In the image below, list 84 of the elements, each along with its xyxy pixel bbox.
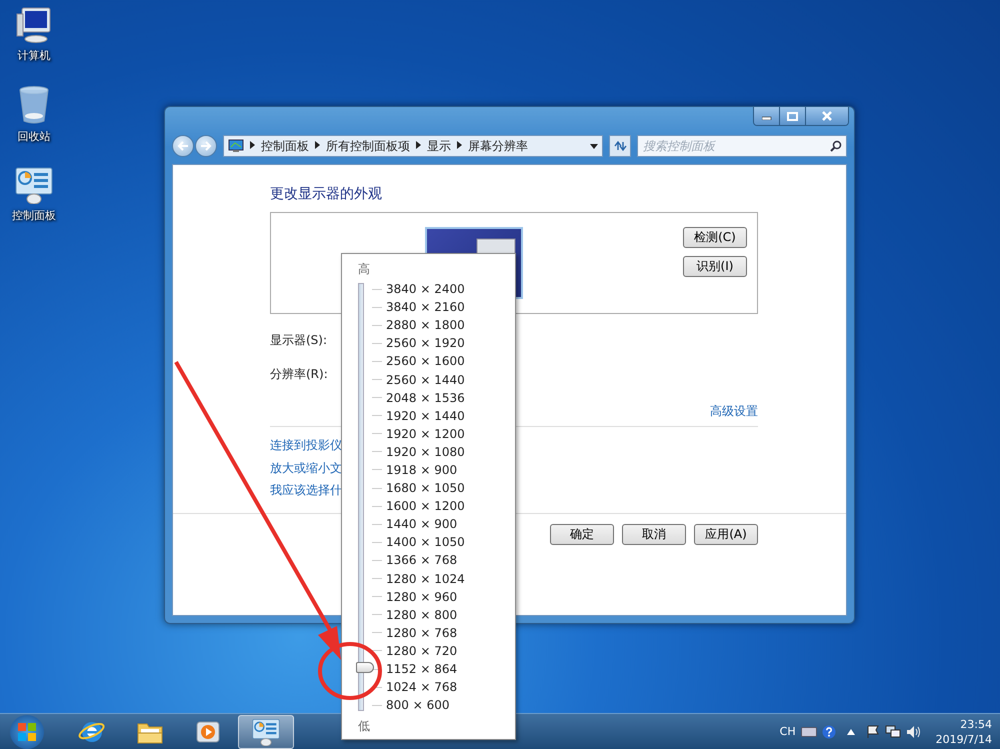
breadcrumb-arrow-icon[interactable] bbox=[416, 141, 421, 151]
field-label: 分辨率(R): bbox=[270, 366, 328, 383]
clock-time[interactable]: 23:54 bbox=[960, 716, 992, 732]
breadcrumb-arrow-icon[interactable] bbox=[250, 141, 255, 151]
breadcrumb-item[interactable]: 所有控制面板项 bbox=[326, 138, 410, 154]
display-icon bbox=[228, 139, 244, 153]
taskbar-button[interactable] bbox=[238, 714, 294, 748]
help-link[interactable]: 我应该选择什 bbox=[270, 479, 342, 502]
close-button[interactable] bbox=[806, 107, 848, 125]
resolution-option[interactable]: 2560 × 1600 bbox=[386, 354, 465, 368]
caret-icon[interactable] bbox=[846, 728, 855, 734]
back-button[interactable] bbox=[172, 135, 194, 157]
refresh-button[interactable] bbox=[609, 135, 631, 157]
resolution-option[interactable]: 2560 × 1920 bbox=[386, 336, 465, 350]
high-label: 高 bbox=[358, 262, 370, 276]
resolution-option[interactable]: 1280 × 960 bbox=[386, 590, 458, 604]
forward-arrow-icon bbox=[200, 141, 212, 151]
network-icon[interactable] bbox=[884, 724, 901, 738]
dialog-button[interactable]: 应用(A) bbox=[694, 524, 758, 544]
back-arrow-icon bbox=[177, 141, 189, 151]
advanced-settings-link[interactable]: 高级设置 bbox=[710, 403, 758, 420]
resolution-option[interactable]: 800 × 600 bbox=[386, 698, 450, 712]
search-icon[interactable] bbox=[830, 140, 842, 152]
maximize-button[interactable] bbox=[780, 107, 806, 125]
resolution-option[interactable]: 1918 × 900 bbox=[386, 462, 458, 477]
minimize-button[interactable] bbox=[754, 107, 780, 125]
side-button[interactable]: 识别(I) bbox=[683, 256, 747, 277]
flag-icon[interactable] bbox=[866, 724, 880, 738]
language-indicator[interactable]: CH bbox=[780, 725, 796, 738]
breadcrumb-item[interactable]: 显示 bbox=[427, 138, 451, 154]
resolution-option[interactable]: 1024 × 768 bbox=[386, 680, 458, 694]
resolution-option[interactable]: 1280 × 720 bbox=[386, 644, 458, 658]
annotation-circle bbox=[318, 642, 382, 700]
resolution-option[interactable]: 2880 × 1800 bbox=[386, 318, 465, 332]
desktop-icon-label[interactable]: 回收站 bbox=[18, 129, 50, 144]
trash-icon[interactable] bbox=[17, 85, 51, 125]
close-icon bbox=[821, 111, 833, 121]
dialog-button[interactable]: 确定 bbox=[550, 524, 614, 544]
page-heading: 更改显示器的外观 bbox=[270, 185, 383, 203]
resolution-option[interactable]: 3840 × 2400 bbox=[386, 282, 465, 296]
resolution-option[interactable]: 3840 × 2160 bbox=[386, 300, 465, 314]
resolution-slider-track[interactable] bbox=[356, 283, 374, 712]
breadcrumb-item[interactable]: 屏幕分辨率 bbox=[468, 138, 528, 154]
resolution-option[interactable]: 1680 × 1050 bbox=[386, 481, 465, 496]
dialog-button[interactable]: 取消 bbox=[622, 524, 686, 544]
start-button[interactable] bbox=[10, 714, 44, 748]
resolution-option[interactable]: 2560 × 1440 bbox=[386, 372, 465, 387]
address-bar[interactable]: 控制面板 所有控制面板项 显示 屏幕分辨率 bbox=[223, 135, 603, 157]
slider-thumb[interactable] bbox=[356, 662, 374, 673]
field-label: 显示器(S): bbox=[270, 332, 328, 349]
breadcrumb-item[interactable]: 控制面板 bbox=[261, 138, 309, 154]
volume-icon[interactable] bbox=[906, 724, 922, 738]
resolution-option[interactable]: 1400 × 1050 bbox=[386, 535, 465, 550]
resolution-option[interactable]: 1920 × 1440 bbox=[386, 408, 465, 423]
media-player-icon bbox=[195, 718, 221, 744]
resolution-option[interactable]: 1920 × 1080 bbox=[386, 444, 465, 459]
resolution-option[interactable]: 2048 × 1536 bbox=[386, 390, 465, 405]
maximize-icon bbox=[787, 112, 798, 120]
breadcrumb-arrow-icon[interactable] bbox=[315, 141, 320, 151]
refresh-arrows-icon bbox=[613, 140, 627, 152]
resolution-option[interactable]: 1280 × 800 bbox=[386, 608, 458, 622]
control-panel-icon bbox=[251, 718, 281, 746]
help-link[interactable]: 放大或缩小文 bbox=[270, 456, 342, 479]
keyboard-icon[interactable] bbox=[800, 726, 817, 736]
resolution-option[interactable]: 1440 × 900 bbox=[386, 517, 458, 532]
breadcrumb-arrow-icon[interactable] bbox=[457, 141, 462, 151]
resolution-option[interactable]: 1920 × 1200 bbox=[386, 426, 465, 441]
desktop-icon-label[interactable]: 控制面板 bbox=[12, 208, 56, 223]
resolution-option[interactable]: 1280 × 1024 bbox=[386, 572, 465, 586]
windows-logo-icon bbox=[17, 722, 37, 742]
resolution-option[interactable]: 1152 × 864 bbox=[386, 662, 458, 676]
help-link[interactable]: 连接到投影仪 bbox=[270, 434, 342, 456]
side-button[interactable]: 检测(C) bbox=[683, 227, 747, 248]
forward-button[interactable] bbox=[195, 135, 217, 157]
clock-date[interactable]: 2019/7/14 bbox=[936, 732, 992, 746]
resolution-option[interactable]: 1280 × 768 bbox=[386, 626, 458, 640]
search-field[interactable]: 搜索控制面板 bbox=[637, 135, 847, 157]
desktop-icon-label[interactable]: 计算机 bbox=[18, 48, 50, 63]
help-icon[interactable] bbox=[822, 724, 836, 738]
resolution-option[interactable]: 1600 × 1200 bbox=[386, 499, 465, 514]
resolution-option[interactable]: 1366 × 768 bbox=[386, 553, 458, 568]
low-label: 低 bbox=[358, 719, 370, 734]
dropdown-caret-icon[interactable] bbox=[590, 144, 598, 148]
control-panel-icon[interactable] bbox=[14, 166, 54, 204]
